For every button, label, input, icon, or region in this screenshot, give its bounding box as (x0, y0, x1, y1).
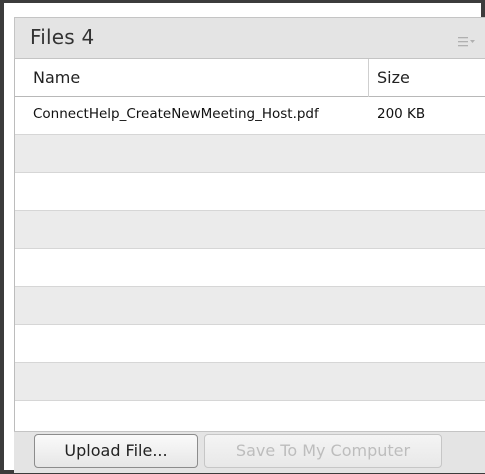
save-to-computer-button[interactable]: Save To My Computer (204, 434, 442, 468)
empty-row (15, 325, 485, 363)
empty-row (15, 249, 485, 287)
table-row[interactable]: ConnectHelp_CreateNewMeeting_Host.pdf 20… (15, 97, 485, 135)
files-table: Name Size ConnectHelp_CreateNewMeeting_H… (14, 59, 485, 431)
file-size-cell: 200 KB (377, 106, 426, 122)
pod-footer: Upload File... Save To My Computer (14, 431, 485, 473)
upload-file-button[interactable]: Upload File... (34, 434, 198, 468)
empty-row (15, 363, 485, 401)
column-divider[interactable] (368, 59, 369, 97)
empty-row (15, 401, 485, 431)
pod-titlebar: Files 4 (14, 17, 485, 59)
empty-row (15, 211, 485, 249)
column-header-size[interactable]: Size (377, 68, 410, 87)
table-header: Name Size (15, 59, 485, 97)
files-pod: Files 4 Name Size ConnectHelp_CreateNewM… (0, 0, 485, 474)
column-header-name[interactable]: Name (33, 68, 80, 87)
empty-row (15, 173, 485, 211)
pod-title: Files 4 (30, 25, 95, 49)
empty-row (15, 135, 485, 173)
file-name-cell: ConnectHelp_CreateNewMeeting_Host.pdf (33, 106, 319, 122)
menu-dropdown-icon[interactable] (458, 33, 476, 47)
empty-row (15, 287, 485, 325)
